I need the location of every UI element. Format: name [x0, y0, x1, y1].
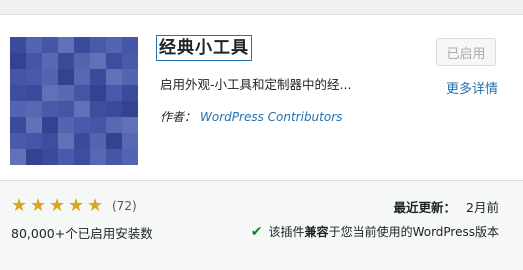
compatibility: ✔ 该插件 兼容 于您当前使用的WordPress版本	[251, 223, 499, 240]
thumbnail-pixel	[58, 85, 74, 101]
thumbnail-pixel	[26, 53, 42, 69]
star-icon: ★	[30, 195, 47, 216]
last-updated-label: 最近更新：	[393, 200, 457, 215]
thumbnail-pixel	[74, 117, 90, 133]
thumbnail-pixel	[90, 69, 106, 85]
thumbnail-pixel	[90, 149, 106, 165]
thumbnail-pixel	[106, 149, 122, 165]
thumbnail-pixel	[10, 101, 26, 117]
thumbnail-pixel	[10, 149, 26, 165]
plugin-title[interactable]: 经典小工具	[156, 35, 252, 61]
thumbnail-pixel	[90, 85, 106, 101]
thumbnail-pixel	[58, 149, 74, 165]
rating-count[interactable]: (72)	[112, 199, 137, 213]
author-link[interactable]: WordPress Contributors	[200, 110, 342, 124]
thumbnail-pixel	[106, 53, 122, 69]
thumbnail-pixel	[106, 133, 122, 149]
thumbnail-pixel	[42, 133, 58, 149]
thumbnail-pixel	[58, 37, 74, 53]
thumbnail-pixel	[42, 37, 58, 53]
thumbnail-pixel	[106, 37, 122, 53]
thumbnail-pixel	[74, 53, 90, 69]
thumbnail-pixel	[26, 133, 42, 149]
author-label: 作者：	[160, 110, 197, 124]
thumbnail-pixel	[106, 85, 122, 101]
thumbnail-pixel	[74, 133, 90, 149]
thumbnail-pixel	[10, 53, 26, 69]
compat-prefix: 该插件	[268, 225, 305, 239]
thumbnail-pixel	[10, 117, 26, 133]
thumbnail-pixel	[74, 101, 90, 117]
thumbnail-pixel	[42, 101, 58, 117]
star-icon: ★	[11, 195, 28, 216]
thumbnail-pixel	[122, 69, 138, 85]
star-icon: ★	[87, 195, 104, 216]
thumbnail-pixel	[90, 53, 106, 69]
thumbnail-pixel	[42, 53, 58, 69]
star-icon: ★	[49, 195, 66, 216]
plugin-description: 启用外观-小工具和定制器中的经...	[160, 77, 352, 92]
thumbnail-pixel	[26, 85, 42, 101]
last-updated: 最近更新： 2月前	[394, 197, 499, 216]
thumbnail-pixel	[26, 37, 42, 53]
plugin-card-bottom: ★ ★ ★ ★ ★ (72) 80,000+个已启用安装数 最近更新： 2月前 ✔…	[0, 180, 523, 270]
thumbnail-pixel	[74, 85, 90, 101]
thumbnail-pixel	[122, 133, 138, 149]
thumbnail-pixel	[90, 37, 106, 53]
more-details-link[interactable]: 更多详情	[446, 78, 498, 97]
thumbnail-pixel	[122, 101, 138, 117]
compat-suffix: 于您当前使用的WordPress版本	[328, 225, 499, 239]
thumbnail-pixel	[58, 101, 74, 117]
thumbnail-pixel	[90, 133, 106, 149]
thumbnail-pixel	[90, 101, 106, 117]
activated-button: 已启用	[436, 38, 496, 66]
star-icon: ★	[68, 195, 85, 216]
thumbnail-pixel	[42, 85, 58, 101]
thumbnail-pixel	[42, 69, 58, 85]
thumbnail-pixel	[122, 37, 138, 53]
plugin-thumbnail[interactable]	[10, 37, 138, 165]
thumbnail-pixel	[10, 37, 26, 53]
thumbnail-pixel	[122, 117, 138, 133]
compat-bold: 兼容	[304, 225, 329, 239]
thumbnail-pixel	[42, 117, 58, 133]
plugin-card: 经典小工具 启用外观-小工具和定制器中的经... 作者： WordPress Co…	[0, 14, 523, 270]
active-installs: 80,000+个已启用安装数	[11, 226, 153, 241]
thumbnail-pixel	[90, 117, 106, 133]
plugin-card-top: 经典小工具 启用外观-小工具和定制器中的经... 作者： WordPress Co…	[0, 15, 523, 180]
last-updated-value: 2月前	[466, 200, 499, 215]
thumbnail-pixel	[58, 69, 74, 85]
thumbnail-pixel	[122, 85, 138, 101]
thumbnail-pixel	[74, 37, 90, 53]
check-icon: ✔	[250, 223, 263, 240]
thumbnail-pixel	[58, 53, 74, 69]
thumbnail-pixel	[106, 69, 122, 85]
thumbnail-pixel	[122, 53, 138, 69]
thumbnail-pixel	[26, 149, 42, 165]
thumbnail-pixel	[26, 69, 42, 85]
thumbnail-pixel	[26, 117, 42, 133]
thumbnail-pixel	[58, 133, 74, 149]
thumbnail-pixel	[122, 149, 138, 165]
thumbnail-pixel	[10, 85, 26, 101]
thumbnail-pixel	[106, 101, 122, 117]
plugin-author: 作者： WordPress Contributors	[160, 108, 342, 125]
thumbnail-pixel	[26, 101, 42, 117]
thumbnail-pixel	[10, 133, 26, 149]
thumbnail-pixel	[74, 69, 90, 85]
thumbnail-pixel	[74, 149, 90, 165]
thumbnail-pixel	[58, 117, 74, 133]
thumbnail-pixel	[106, 117, 122, 133]
thumbnail-pixel	[10, 69, 26, 85]
rating: ★ ★ ★ ★ ★ (72)	[11, 197, 137, 215]
thumbnail-pixel	[42, 149, 58, 165]
